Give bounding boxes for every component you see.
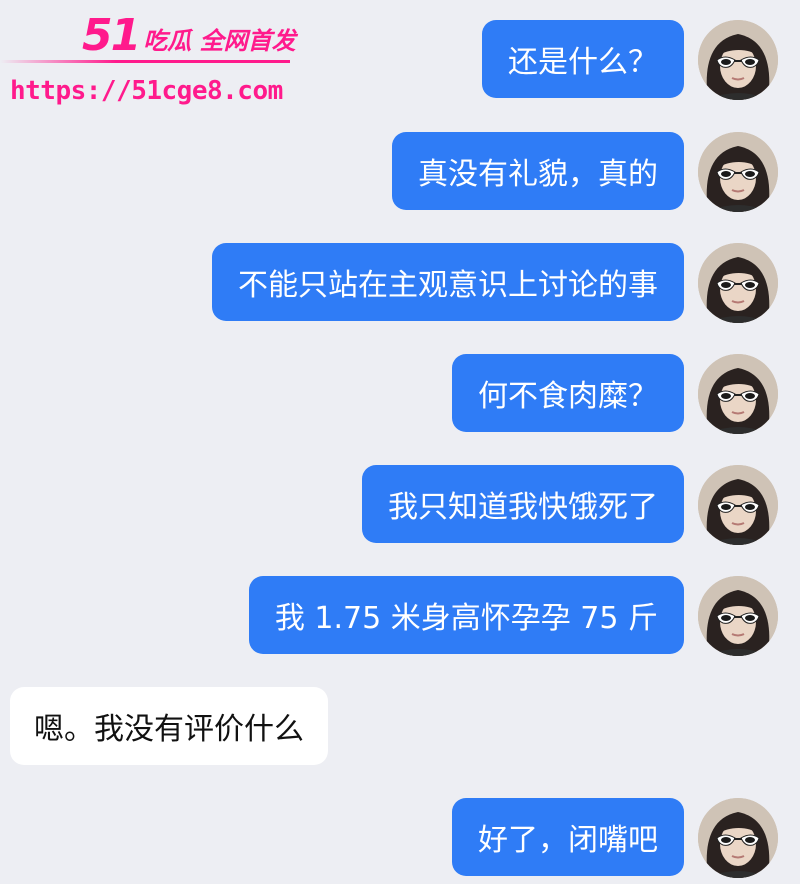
message-text: 我只知道我快饿死了 bbox=[388, 490, 658, 525]
avatar-image bbox=[698, 354, 778, 434]
message-text: 真没有礼貌，真的 bbox=[418, 157, 658, 192]
avatar-icon[interactable] bbox=[698, 465, 778, 545]
avatar-image bbox=[698, 465, 778, 545]
avatar-icon[interactable] bbox=[698, 798, 778, 878]
chat-screen: 51 吃瓜 全网首发 https://51cge8.com 还是什么？ 真没有礼… bbox=[0, 0, 800, 884]
message-text: 还是什么？ bbox=[508, 45, 658, 80]
avatar-image bbox=[698, 243, 778, 323]
message-bubble-outgoing[interactable]: 好了，闭嘴吧 bbox=[452, 798, 684, 876]
message-text: 好了，闭嘴吧 bbox=[478, 823, 658, 858]
avatar-image bbox=[698, 132, 778, 212]
message-bubble-outgoing[interactable]: 真没有礼貌，真的 bbox=[392, 132, 684, 210]
watermark-underline bbox=[0, 60, 290, 63]
avatar-icon[interactable] bbox=[698, 132, 778, 212]
avatar-icon[interactable] bbox=[698, 576, 778, 656]
watermark-number: 51 bbox=[82, 10, 141, 61]
avatar-icon[interactable] bbox=[698, 243, 778, 323]
message-bubble-outgoing[interactable]: 不能只站在主观意识上讨论的事 bbox=[212, 243, 684, 321]
watermark-url: https://51cge8.com bbox=[10, 76, 283, 106]
message-text: 我 1.75 米身高怀孕孕 75 斤 bbox=[274, 601, 658, 636]
message-text: 何不食肉糜？ bbox=[478, 379, 658, 414]
message-bubble-outgoing[interactable]: 还是什么？ bbox=[482, 20, 684, 98]
message-bubble-outgoing[interactable]: 我只知道我快饿死了 bbox=[362, 465, 684, 543]
watermark-brand: 51 吃瓜 全网首发 bbox=[82, 6, 296, 58]
message-text: 不能只站在主观意识上讨论的事 bbox=[238, 268, 658, 303]
message-bubble-outgoing[interactable]: 何不食肉糜？ bbox=[452, 354, 684, 432]
avatar-image bbox=[698, 798, 778, 878]
avatar-image bbox=[698, 20, 778, 100]
watermark-text: 吃瓜 全网首发 bbox=[143, 27, 296, 55]
message-text: 嗯。我没有评价什么 bbox=[34, 712, 304, 747]
avatar-image bbox=[698, 576, 778, 656]
avatar-icon[interactable] bbox=[698, 354, 778, 434]
avatar-icon[interactable] bbox=[698, 20, 778, 100]
message-bubble-outgoing[interactable]: 我 1.75 米身高怀孕孕 75 斤 bbox=[248, 576, 684, 654]
message-bubble-incoming[interactable]: 嗯。我没有评价什么 bbox=[10, 687, 328, 765]
